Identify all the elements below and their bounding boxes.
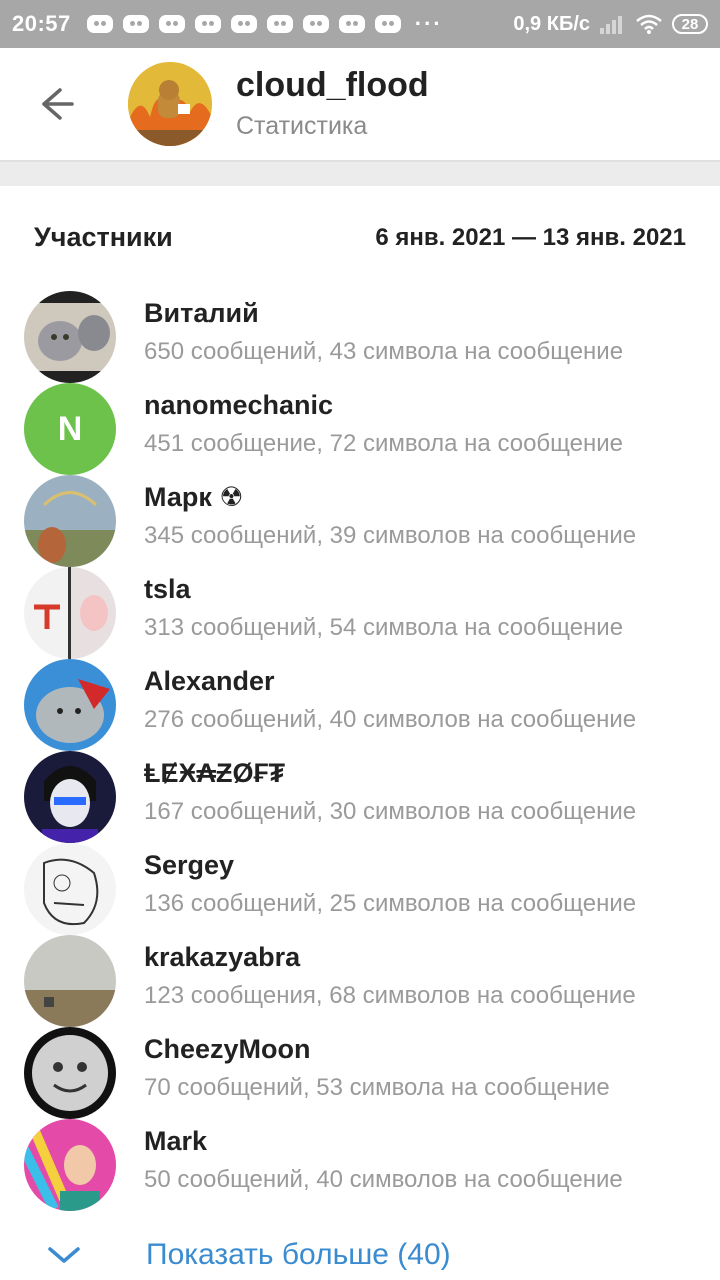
status-bar: 20:57 ··· 0,9 КБ/с 28 bbox=[0, 0, 720, 48]
member-stats: 70 сообщений, 53 символа на сообщение bbox=[144, 1074, 610, 1101]
section-divider bbox=[0, 160, 720, 186]
app-header: cloud_flood Статистика bbox=[0, 48, 720, 160]
member-name: Виталий bbox=[144, 298, 259, 328]
member-name: tsla bbox=[144, 574, 191, 604]
notification-icons bbox=[86, 15, 401, 33]
member-name: Mark bbox=[144, 1126, 208, 1156]
member-stats: 313 сообщений, 54 символа на сообщение bbox=[144, 614, 624, 641]
avatar: N bbox=[24, 383, 116, 475]
chat-title: cloud_flood bbox=[236, 66, 429, 104]
more-notifications-icon: ··· bbox=[414, 11, 443, 36]
list-item[interactable]: Sergey 136 сообщений, 25 символов на соо… bbox=[0, 842, 720, 935]
discord-icon bbox=[302, 15, 329, 33]
date-range: 6 янв. 2021 — 13 янв. 2021 bbox=[375, 223, 686, 251]
discord-icon bbox=[158, 15, 185, 33]
status-time: 20:57 bbox=[12, 11, 71, 36]
avatar bbox=[24, 1119, 116, 1211]
avatar bbox=[24, 291, 116, 383]
member-stats: 167 сообщений, 30 символов на сообщение bbox=[144, 798, 637, 825]
avatar bbox=[24, 1027, 116, 1119]
signal-icon bbox=[600, 14, 626, 34]
member-stats: 50 сообщений, 40 символов на сообщение bbox=[144, 1166, 623, 1193]
list-item[interactable]: N nanomechanic 451 сообщение, 72 символа… bbox=[0, 382, 720, 475]
avatar bbox=[24, 659, 116, 751]
section-title: Участники bbox=[34, 222, 173, 252]
chat-subtitle: Статистика bbox=[236, 112, 368, 140]
show-more-button[interactable]: Показать больше (40) bbox=[44, 1238, 451, 1272]
list-item[interactable]: tsla 313 сообщений, 54 символа на сообще… bbox=[0, 566, 720, 659]
list-item[interactable]: ⱠɆӾ₳ƵØ₣₮ 167 сообщений, 30 символов на с… bbox=[0, 750, 720, 843]
wifi-icon bbox=[636, 14, 662, 34]
discord-icon bbox=[230, 15, 257, 33]
list-item[interactable]: Виталий 650 сообщений, 43 символа на соо… bbox=[0, 290, 720, 383]
list-item[interactable]: Alexander 276 сообщений, 40 символов на … bbox=[0, 658, 720, 751]
list-item[interactable]: krakazyabra 123 сообщения, 68 символов н… bbox=[0, 934, 720, 1027]
battery-icon: 28 bbox=[672, 14, 708, 34]
member-name: ⱠɆӾ₳ƵØ₣₮ bbox=[144, 758, 286, 788]
avatar bbox=[24, 475, 116, 567]
member-name: CheezyMoon bbox=[144, 1034, 311, 1064]
members-list: Виталий 650 сообщений, 43 символа на соо… bbox=[0, 290, 720, 1211]
discord-icon bbox=[194, 15, 221, 33]
chevron-down-icon bbox=[48, 1247, 80, 1263]
avatar bbox=[24, 751, 116, 843]
member-stats: 136 сообщений, 25 символов на сообщение bbox=[144, 890, 637, 917]
member-stats: 451 сообщение, 72 символа на сообщение bbox=[144, 430, 623, 457]
list-item[interactable]: Mark 50 сообщений, 40 символов на сообще… bbox=[0, 1118, 720, 1211]
discord-icon bbox=[86, 15, 113, 33]
avatar bbox=[24, 935, 116, 1027]
network-speed: 0,9 КБ/с bbox=[513, 12, 590, 35]
avatar bbox=[24, 567, 116, 659]
back-arrow-icon[interactable] bbox=[30, 82, 78, 126]
list-item[interactable]: CheezyMoon 70 сообщений, 53 символа на с… bbox=[0, 1026, 720, 1119]
member-name: Sergey bbox=[144, 850, 235, 880]
member-name: nanomechanic bbox=[144, 390, 334, 420]
member-name: krakazyabra bbox=[144, 942, 301, 972]
discord-icon bbox=[374, 15, 401, 33]
member-name: Марк ☢ bbox=[144, 482, 244, 512]
members-section-header: Участники 6 янв. 2021 — 13 янв. 2021 bbox=[34, 222, 686, 253]
discord-icon bbox=[122, 15, 149, 33]
member-stats: 345 сообщений, 39 символов на сообщение bbox=[144, 522, 637, 549]
member-stats: 276 сообщений, 40 символов на сообщение bbox=[144, 706, 637, 733]
list-item[interactable]: Марк ☢ 345 сообщений, 39 символов на соо… bbox=[0, 474, 720, 567]
show-more-label: Показать больше (40) bbox=[146, 1238, 451, 1271]
member-stats: 123 сообщения, 68 символов на сообщение bbox=[144, 982, 636, 1009]
member-name: Alexander bbox=[144, 666, 275, 696]
discord-icon bbox=[338, 15, 365, 33]
avatar-initial: N bbox=[24, 383, 116, 475]
avatar bbox=[24, 843, 116, 935]
discord-icon bbox=[266, 15, 293, 33]
chat-avatar[interactable] bbox=[128, 62, 212, 146]
member-stats: 650 сообщений, 43 символа на сообщение bbox=[144, 338, 624, 365]
